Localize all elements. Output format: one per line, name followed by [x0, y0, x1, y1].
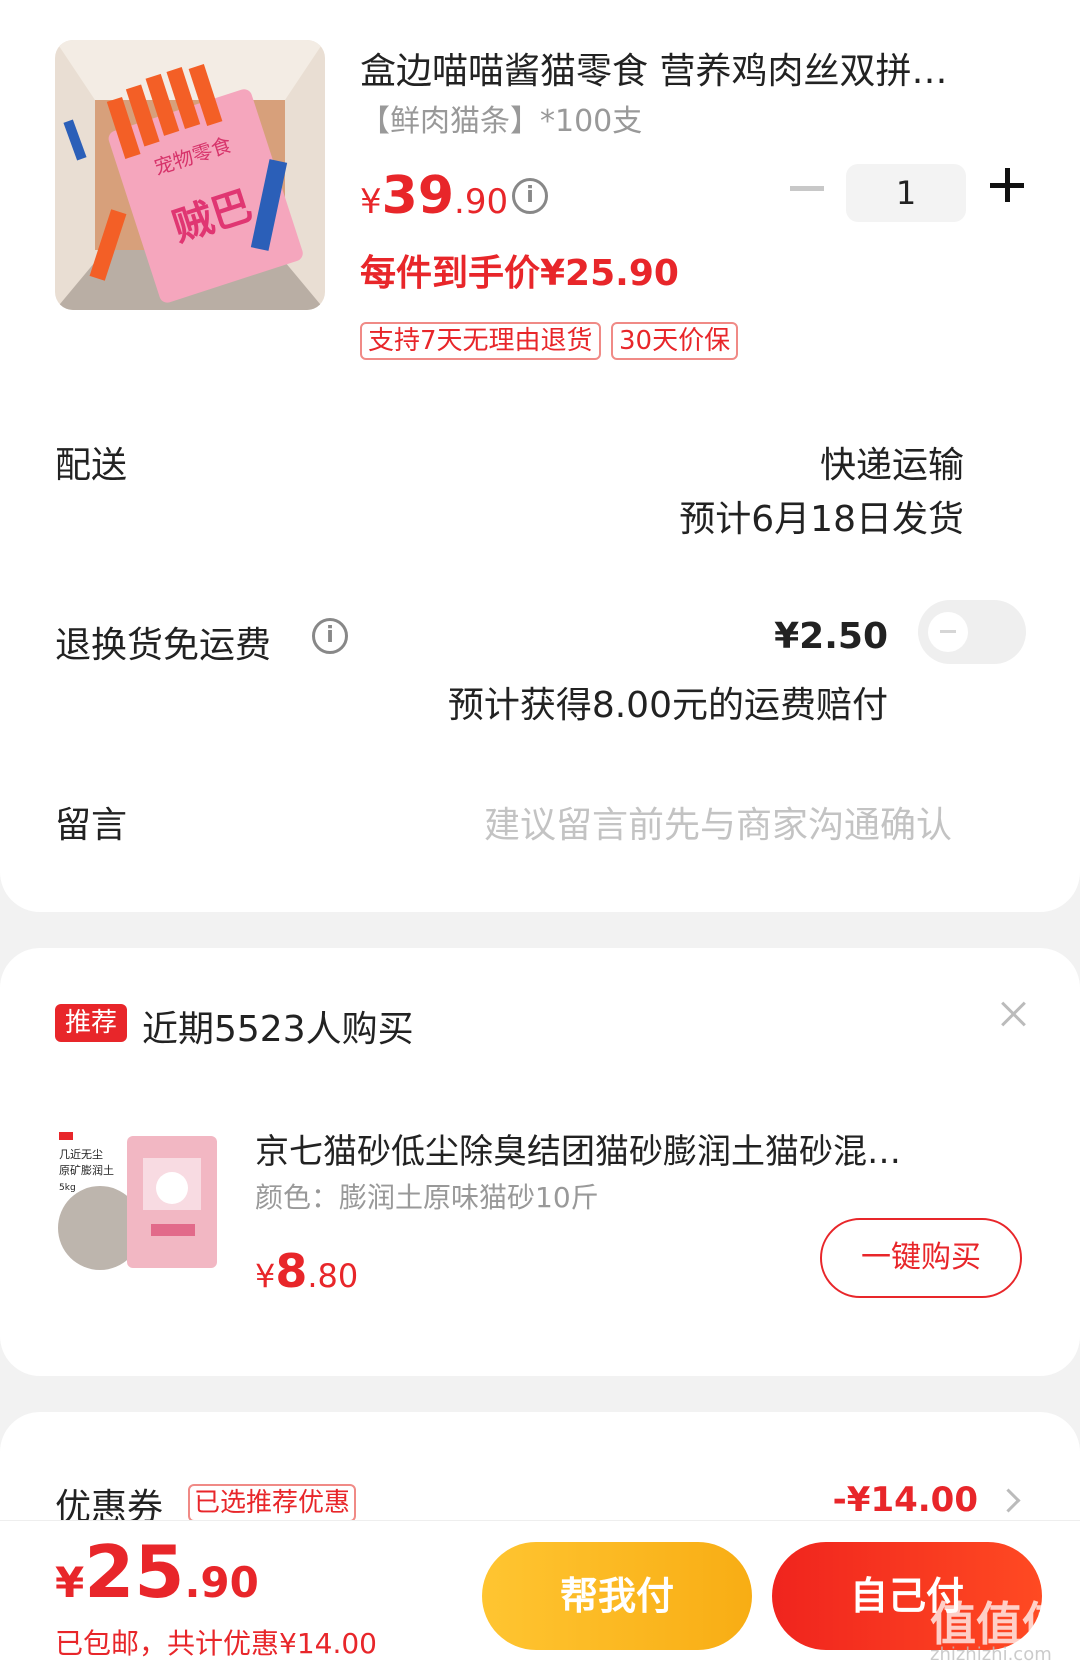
recommend-item-thumbnail[interactable]: 几近无尘 原矿膨润土 5kg	[55, 1128, 225, 1278]
coupon-value[interactable]: -¥14.00	[833, 1480, 978, 1520]
recommend-item-name[interactable]: 京七猫砂低尘除臭结团猫砂膨润土猫砂混…	[255, 1124, 995, 1173]
price-decimal: .90	[454, 182, 509, 222]
close-icon[interactable]	[1000, 1000, 1028, 1028]
total-price: ¥25.90	[55, 1530, 259, 1614]
recommend-badge: 推荐	[55, 1004, 127, 1042]
product-price: ¥39.90	[360, 166, 508, 226]
coupon-selected-tag: 已选推荐优惠	[188, 1484, 357, 1522]
promo-price: 每件到手价¥25.90	[360, 253, 679, 294]
price-symbol: ¥	[360, 182, 382, 222]
thumb-text-3: 5kg	[59, 1183, 76, 1193]
toggle-knob	[928, 612, 968, 652]
shipping-discount-note: 已包邮，共计优惠¥14.00	[55, 1627, 377, 1660]
watermark-url: zhizhizhi.com	[930, 1644, 1052, 1665]
price-protect-tag: 30天价保	[611, 322, 739, 360]
thumb-text-2: 原矿膨润土	[59, 1163, 114, 1177]
total-symbol: ¥	[55, 1558, 85, 1607]
message-input[interactable]: 建议留言前先与商家沟通确认	[484, 796, 952, 848]
rec-price-decimal: .80	[307, 1257, 359, 1295]
message-label: 留言	[55, 805, 128, 846]
product-sku[interactable]: 【鲜肉猫条】*100支	[360, 96, 642, 140]
recommend-title: 近期5523人购买	[142, 1009, 414, 1050]
product-thumbnail[interactable]: 宠物零食 贼巴	[55, 40, 325, 310]
return-insurance-note: 预计获得8.00元的运费赔付	[447, 685, 888, 726]
thumb-text-1: 几近无尘	[59, 1148, 103, 1161]
total-decimal: .90	[184, 1558, 259, 1607]
rec-price-integer: 8	[275, 1244, 308, 1298]
rec-price-symbol: ¥	[255, 1257, 276, 1295]
quantity-increase-button[interactable]	[990, 168, 1024, 202]
price-integer: 39	[381, 166, 455, 226]
product-title[interactable]: 盒边喵喵酱猫零食 营养鸡肉丝双拼…	[360, 42, 1010, 94]
quantity-input[interactable]: 1	[846, 164, 966, 222]
return-policy-tag: 支持7天无理由退货	[360, 322, 601, 360]
price-info-icon[interactable]: i	[512, 178, 548, 214]
order-card: 宠物零食 贼巴 盒边喵喵酱猫零食 营养鸡肉丝双拼… 【鲜肉猫条】*100支 ¥3…	[0, 0, 1080, 912]
return-insurance-toggle[interactable]	[918, 600, 1026, 664]
one-click-buy-button[interactable]: 一键购买	[820, 1218, 1022, 1298]
return-insurance-price: ¥2.50	[774, 616, 888, 657]
return-insurance-label: 退换货免运费	[55, 625, 272, 666]
quantity-decrease-button[interactable]	[790, 186, 824, 191]
help-pay-button[interactable]: 帮我付	[482, 1542, 752, 1650]
delivery-method[interactable]: 快递运输	[820, 436, 964, 488]
recommend-item-color: 颜色：膨润土原味猫砂10斤	[255, 1181, 599, 1214]
recommend-item-price: ¥8.80	[255, 1244, 358, 1298]
total-integer: 25	[84, 1530, 185, 1614]
delivery-estimate: 预计6月18日发货	[679, 499, 964, 540]
return-insurance-info-icon[interactable]: i	[312, 618, 348, 654]
delivery-label: 配送	[55, 445, 128, 486]
